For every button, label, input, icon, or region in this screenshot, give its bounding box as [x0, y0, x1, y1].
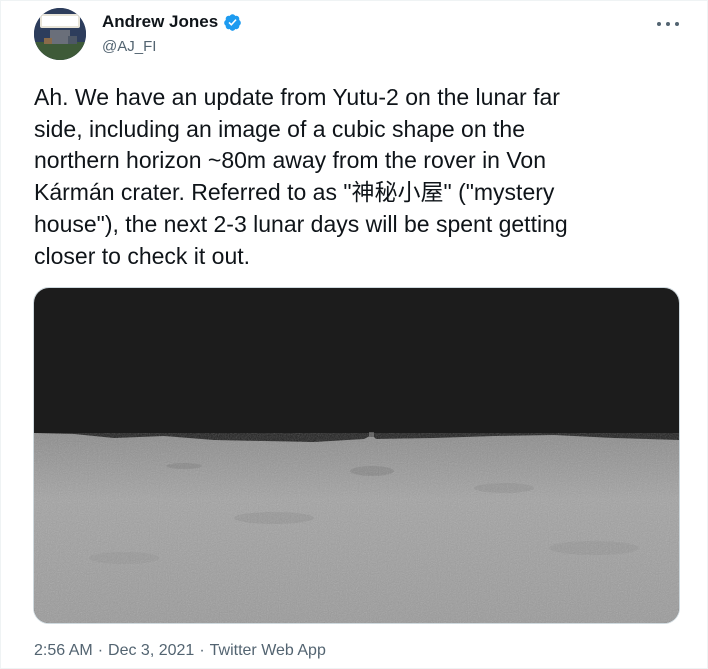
avatar[interactable] [34, 8, 86, 60]
author-name-row[interactable]: Andrew Jones [102, 12, 242, 32]
verified-badge-icon [223, 13, 242, 32]
tweet-time[interactable]: 2:56 AM [34, 642, 93, 659]
separator: · [199, 642, 205, 659]
author-handle[interactable]: @AJ_FI [102, 38, 156, 55]
tweet-source[interactable]: Twitter Web App [210, 642, 326, 659]
avatar-image [34, 8, 86, 60]
tweet-card: Andrew Jones @AJ_FI Ah. We have an updat… [0, 0, 708, 669]
separator: · [97, 642, 104, 659]
author-display-name[interactable]: Andrew Jones [102, 12, 218, 32]
tweet-metadata: 2:56 AM · Dec 3, 2021 · Twitter Web App [34, 642, 326, 660]
more-options-icon[interactable] [657, 15, 679, 33]
tweet-media-image[interactable] [33, 287, 680, 624]
lunar-horizon-photo [34, 288, 679, 623]
tweet-text: Ah. We have an update from Yutu-2 on the… [34, 84, 568, 269]
tweet-date[interactable]: Dec 3, 2021 [108, 642, 194, 659]
